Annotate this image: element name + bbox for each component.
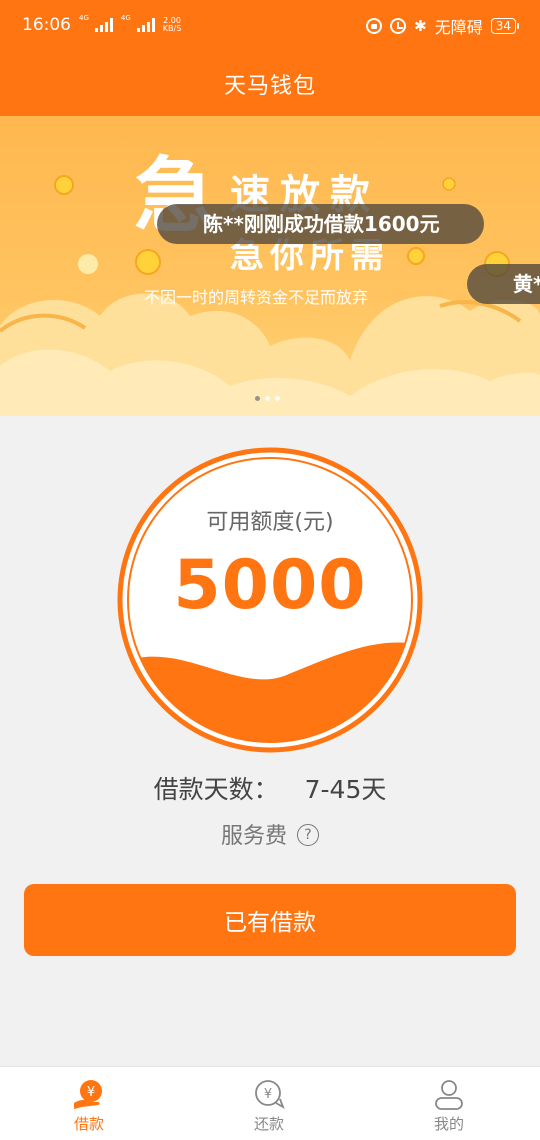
credit-ring: 可用额度(元) 5000 [116,446,424,754]
credit-label: 可用额度(元) [206,510,334,535]
tab-repay[interactable]: ¥ 还款 [224,1077,314,1134]
battery-icon: 34 [490,18,520,34]
svg-text:¥: ¥ [264,1087,272,1102]
accessibility-label: 无障碍 [434,18,483,37]
loan-days-value: 7-45天 [304,775,387,804]
bottom-tab-bar: ¥ 借款 ¥ 还款 我的 [0,1066,540,1140]
network-speed: 2.00 KB/S [163,17,182,33]
service-fee-label: 服务费 [220,824,287,849]
tab-label: 我的 [433,1115,464,1133]
tab-borrow[interactable]: ¥ 借款 [44,1077,134,1134]
svg-text:¥: ¥ [87,1085,95,1100]
page-title: 天马钱包 [223,74,316,99]
status-left: 16:06 4G 4G 2.00 KB/S [22,14,182,36]
app-header: 天马钱包 [0,52,540,116]
bluetooth-icon: ✱ [414,17,427,35]
pagination-dot[interactable] [255,396,260,401]
status-bar: 16:06 4G 4G 2.00 KB/S ✱ 无障碍 34 [0,0,540,52]
pagination-dot[interactable] [275,396,280,401]
tab-label: 还款 [253,1115,284,1133]
signal-icon-2 [136,18,155,32]
tab-label: 借款 [73,1115,104,1133]
loan-days-row: 借款天数： 7-45天 [0,770,540,806]
banner-pagination [255,396,280,401]
loan-ticker-next: 黄* [467,264,540,304]
signal-icon [94,18,113,32]
banner-subtitle: 不因一时的周转资金不足而放弃 [144,288,369,307]
yen-hand-icon: ¥ [74,1080,102,1109]
pagination-dot[interactable] [265,396,270,401]
credit-amount: 5000 [173,546,367,625]
network-type-2: 4G [120,14,131,22]
network-speed-unit: KB/S [162,24,182,33]
existing-loan-button[interactable]: 已有借款 [24,884,516,956]
loan-ticker: 陈**刚刚成功借款1600元 [157,204,484,244]
loan-days-label: 借款天数： [153,775,279,804]
service-fee-row[interactable]: 服务费? [0,818,540,850]
tab-mine[interactable]: 我的 [404,1077,494,1134]
promo-banner[interactable]: 急 速放款 急你所需 不因一时的周转资金不足而放弃 陈**刚刚成功借款1600元… [0,116,540,416]
lock-icon [366,18,383,34]
status-right: ✱ 无障碍 34 [366,14,520,38]
status-time: 16:06 [22,15,71,35]
alarm-icon [390,18,407,34]
user-icon [435,1080,463,1110]
help-icon[interactable]: ? [297,824,319,846]
yen-return-icon: ¥ [255,1080,285,1110]
network-type-1: 4G [79,14,89,22]
